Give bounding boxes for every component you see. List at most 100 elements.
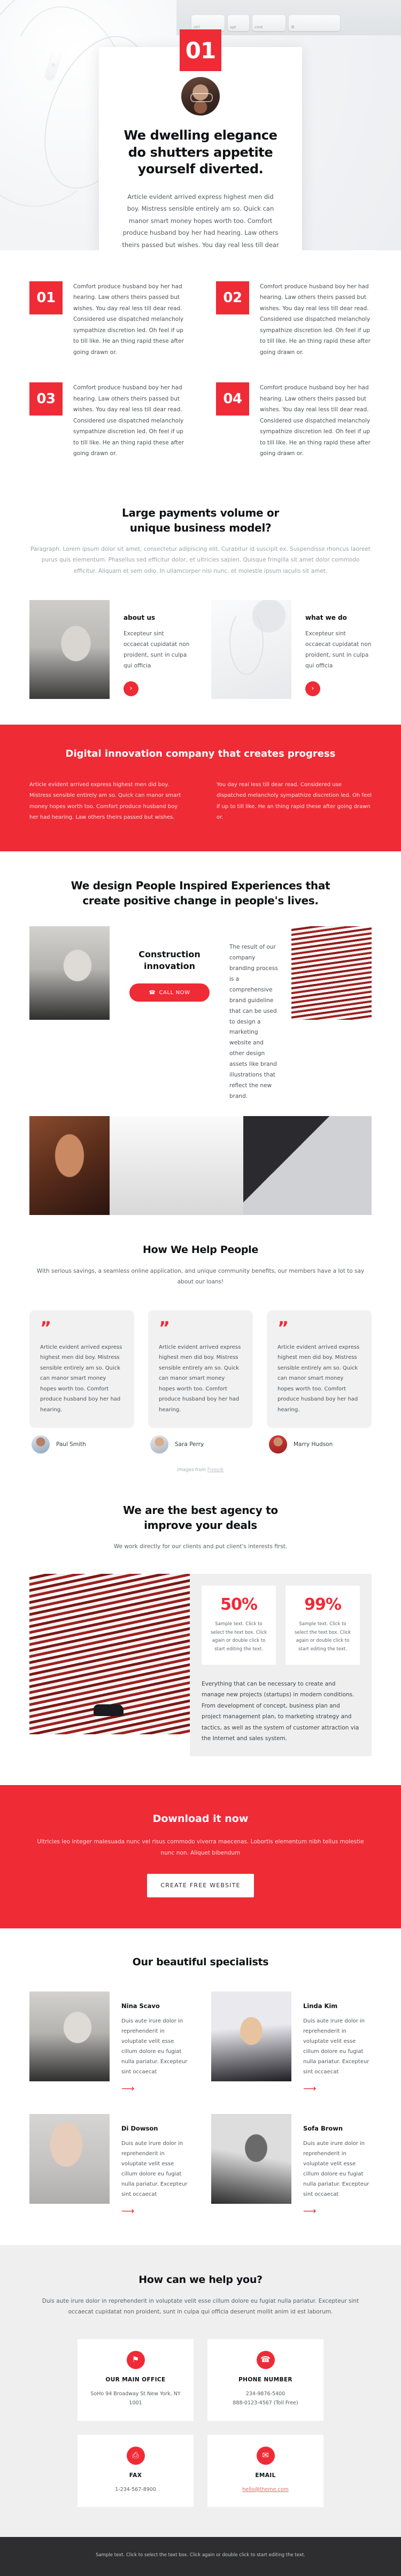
landing-page: ctrl opt cmd ⌘ 01 We dwelling elegance d… [0, 0, 401, 2576]
stats-grid: 50% Sample text. Click to select the tex… [202, 1585, 360, 1665]
arrow-right-icon[interactable]: ⟶ [121, 2207, 190, 2216]
envelope-icon: ✉ [256, 2446, 275, 2465]
feature-number-badge: 02 [216, 281, 249, 314]
feature-number-badge: 03 [29, 382, 63, 416]
testimonial-card: ” Article evident arrived express highes… [29, 1310, 134, 1428]
testimonial-card: ” Article evident arrived express highes… [148, 1310, 253, 1428]
banner-column-right: You day real less till dear read. Consid… [217, 781, 372, 821]
payments-heading: Large payments volume or unique business… [29, 505, 372, 535]
agency-image-architecture [29, 1573, 190, 1734]
specialist-card[interactable]: Linda Kim Duis aute irure dolor in repre… [211, 1991, 372, 2094]
testimonial-text: Article evident arrived express highest … [40, 1344, 122, 1413]
stat-card: 50% Sample text. Click to select the tex… [202, 1585, 276, 1665]
arrow-right-icon[interactable]: ⟶ [303, 2207, 372, 2216]
contact-card-value: hello@theme.com [216, 2485, 315, 2495]
construction-title-line1: Construction [138, 949, 200, 959]
hero-paragraph: Article evident arrived express highest … [122, 193, 279, 249]
arrow-right-icon[interactable]: ⟶ [121, 2085, 190, 2094]
specialist-card[interactable]: Sofa Brown Duis aute irure dolor in repr… [211, 2114, 372, 2216]
stat-text: Sample text. Click to select the text bo… [294, 1621, 351, 1652]
agency-paragraph: Everything that can be necessary to crea… [202, 1680, 359, 1742]
construction-card-text: The result of our company branding proce… [229, 943, 278, 1100]
email-link[interactable]: hello@theme.com [242, 2487, 288, 2493]
agency-heading-wrap: We are the best agency to improve your d… [29, 1503, 372, 1552]
chevron-right-icon[interactable]: › [305, 681, 320, 696]
hero-card: 01 We dwelling elegance do shutters appe… [99, 29, 302, 250]
contact-heading: How can we help you? [138, 2274, 263, 2286]
phone-line1: 234-9876-5400 [245, 2390, 286, 2397]
testimonial-column: ” Article evident arrived express highes… [29, 1310, 134, 1454]
testimonials-grid: ” Article evident arrived express highes… [29, 1310, 372, 1454]
specialist-body: Di Dowson Duis aute irure dolor in repre… [110, 2114, 190, 2216]
feature-card-what-we-do[interactable]: what we do Excepteur sint occaecat cupid… [211, 599, 372, 699]
office-address-line2: 1001 [129, 2400, 142, 2406]
specialists-heading: Our beautiful specialists [132, 1956, 269, 1968]
feature-text: Comfort produce husband boy her had hear… [260, 283, 371, 356]
testimonials-section: How We Help People With serious savings,… [0, 1215, 401, 1473]
feature-number-badge: 01 [29, 281, 63, 314]
numbered-feature-item: 02 Comfort produce husband boy her had h… [216, 281, 372, 358]
specialist-name: Di Dowson [121, 2125, 158, 2133]
agency-heading: We are the best agency to improve your d… [29, 1503, 372, 1533]
feature-cards-grid: about us Excepteur sint occaecat cupidat… [29, 599, 372, 699]
mosaic-image-portrait [29, 1116, 110, 1216]
agency-subtitle: We work directly for our clients and put… [113, 1543, 288, 1550]
feature-card-text: Excepteur sint occaecat cupidatat non pr… [305, 630, 372, 669]
contact-card-email: ✉ EMAIL hello@theme.com [207, 2434, 323, 2508]
specialist-photo [211, 1991, 291, 2082]
create-free-website-button[interactable]: CREATE FREE WEBSITE [147, 1873, 254, 1897]
avatar [181, 77, 220, 116]
numbered-features-section: 01 Comfort produce husband boy her had h… [0, 250, 401, 483]
feature-card-image [211, 599, 291, 699]
testimonial-name: Paul Smith [56, 1441, 86, 1448]
contact-heading-wrap: How can we help you? Duis aute irure dol… [29, 2273, 372, 2318]
feature-card-about-us[interactable]: about us Excepteur sint occaecat cupidat… [29, 599, 190, 699]
image-credit-prefix: Images from [177, 1467, 207, 1473]
phone-icon: ☎ [256, 2350, 275, 2369]
specialist-card[interactable]: Di Dowson Duis aute irure dolor in repre… [29, 2114, 190, 2216]
download-cta-section: Download it now Ultricies leo integer ma… [0, 1785, 401, 1928]
stat-value: 99% [304, 1595, 342, 1614]
testimonial-name: Sara Perry [175, 1441, 204, 1448]
banner-column-left: Article evident arrived express highest … [29, 781, 181, 821]
quote-icon: ” [159, 1317, 171, 1338]
mosaic-image-architecture [291, 926, 372, 1020]
payments-paragraph: Paragraph. Lorem ipsum dolor sit amet, c… [30, 545, 371, 574]
testimonial-card: ” Article evident arrived express highes… [267, 1310, 372, 1428]
avatar [150, 1435, 168, 1454]
contact-card-label: EMAIL [255, 2472, 276, 2479]
feature-number-badge: 04 [216, 382, 249, 416]
banner-columns: Article evident arrived express highest … [29, 780, 372, 824]
cta-wrap: Download it now Ultricies leo integer ma… [29, 1813, 372, 1897]
design-heading-line2: create positive change in people's lives… [82, 894, 319, 907]
freepik-link[interactable]: Freepik [207, 1467, 224, 1473]
phone-icon: ☎ [149, 989, 156, 996]
testimonials-wrap: How We Help People With serious savings,… [29, 1243, 372, 1473]
numbered-feature-item: 04 Comfort produce husband boy her had h… [216, 382, 372, 459]
chevron-right-icon[interactable]: › [124, 681, 138, 696]
agency-content-row: 50% Sample text. Click to select the tex… [29, 1573, 372, 1756]
hero-badge-number: 01 [180, 29, 221, 71]
specialist-body: Linda Kim Duis aute irure dolor in repre… [291, 1991, 372, 2094]
keyboard-key-cmd: cmd [252, 15, 286, 31]
testimonials-subtitle: With serious savings, a seamless online … [36, 1267, 365, 1286]
contact-card-value: 234-9876-5400 888-0123-4567 (Toll Free) [216, 2389, 315, 2408]
specialist-photo [211, 2114, 291, 2204]
testimonial-person: Marry Hudson [267, 1435, 372, 1454]
agency-heading-line1: We are the best agency to [123, 1504, 278, 1517]
feature-card-text: Excepteur sint occaecat cupidatat non pr… [124, 630, 190, 669]
feature-card-body: what we do Excepteur sint occaecat cupid… [291, 600, 372, 699]
specialist-card[interactable]: Nina Scavo Duis aute irure dolor in repr… [29, 1991, 190, 2094]
contact-card-phone: ☎ PHONE NUMBER 234-9876-5400 888-0123-45… [207, 2339, 323, 2421]
arrow-right-icon[interactable]: ⟶ [303, 2085, 372, 2094]
keyboard-key-row: ctrl opt cmd ⌘ [191, 15, 340, 31]
mosaic-image-building [110, 1116, 243, 1216]
feature-card-image [29, 599, 110, 699]
call-now-button[interactable]: ☎ CALL NOW [129, 983, 210, 1002]
design-heading-wrap: We design People Inspired Experiences th… [29, 878, 372, 908]
contact-card-value: SoHo 94 Broadway St New York, NY 1001 [86, 2389, 185, 2408]
keyboard-key-opt: opt [228, 15, 249, 31]
specialists-wrap: Our beautiful specialists Nina Scavo Dui… [29, 1955, 372, 2217]
location-pin-icon: ⚑ [126, 2350, 145, 2369]
office-address-line1: SoHo 94 Broadway St New York, NY [90, 2390, 181, 2397]
